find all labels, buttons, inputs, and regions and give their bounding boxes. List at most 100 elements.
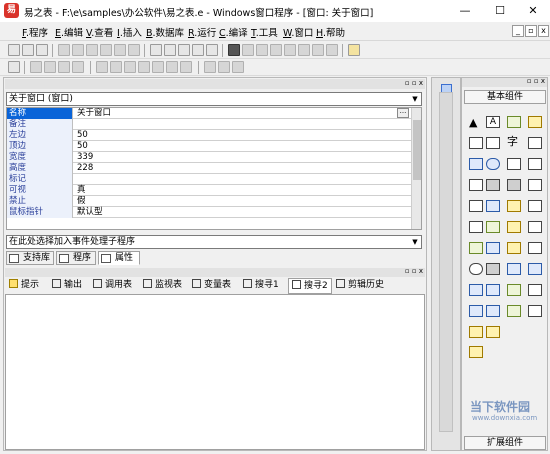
vscroll-icon[interactable]: [507, 179, 521, 191]
order-icon[interactable]: [232, 61, 244, 73]
picture-box-icon[interactable]: [507, 242, 521, 254]
menu-insert[interactable]: I.插入: [117, 25, 142, 39]
extended-components-button[interactable]: 扩展组件: [464, 436, 546, 450]
ole-icon[interactable]: [528, 284, 542, 296]
step-icon-d[interactable]: [298, 44, 310, 56]
property-row[interactable]: 左边 50: [7, 130, 411, 141]
property-row[interactable]: 可视真: [7, 185, 411, 196]
groupbox-icon[interactable]: [486, 137, 500, 149]
progress-icon[interactable]: [528, 179, 542, 191]
tab-variables[interactable]: 变量表: [192, 278, 231, 294]
odbc-icon[interactable]: [486, 326, 500, 338]
tab-hint[interactable]: 提示: [9, 278, 39, 294]
calendar-icon[interactable]: [528, 200, 542, 212]
text-icon[interactable]: 字: [507, 136, 521, 148]
close-button[interactable]: ✕: [516, 0, 550, 22]
odbc-db-icon[interactable]: [469, 346, 483, 358]
find-icon[interactable]: [128, 44, 140, 56]
tab-support-library[interactable]: 支持库: [6, 251, 54, 265]
select-list-icon[interactable]: [469, 179, 483, 191]
menu-edit[interactable]: E.编辑: [55, 25, 83, 39]
mdi-minimize-button[interactable]: _: [512, 25, 524, 37]
same-size-icon[interactable]: [152, 61, 164, 73]
tool-icon-c[interactable]: [192, 44, 204, 56]
property-scrollbar[interactable]: [411, 108, 421, 229]
network-icon[interactable]: [486, 242, 500, 254]
tabcontrol-icon[interactable]: [486, 200, 500, 212]
serial-port-icon[interactable]: [507, 284, 521, 296]
align-bottom-icon[interactable]: [110, 61, 122, 73]
shape-icon[interactable]: [528, 116, 542, 128]
run-icon[interactable]: [228, 44, 240, 56]
image-icon[interactable]: [507, 116, 521, 128]
checkbox-icon[interactable]: [469, 158, 483, 170]
slider-icon[interactable]: [469, 200, 483, 212]
dialog-icon[interactable]: [486, 263, 500, 275]
event-selector[interactable]: 在此处选择加入事件处理子程序 ▼: [6, 235, 422, 249]
minimize-button[interactable]: —: [448, 0, 482, 22]
provider-icon[interactable]: [486, 305, 500, 317]
step-icon-b[interactable]: [270, 44, 282, 56]
animation-icon[interactable]: [507, 200, 521, 212]
redo-icon[interactable]: [114, 44, 126, 56]
step-icon-e[interactable]: [312, 44, 324, 56]
menu-program[interactable]: F.程序: [22, 25, 48, 39]
align-right-icon[interactable]: [58, 61, 70, 73]
output-content[interactable]: [5, 294, 425, 450]
socket-icon[interactable]: [469, 284, 483, 296]
property-row[interactable]: 顶边 50: [7, 141, 411, 152]
basic-components-header[interactable]: 基本组件: [464, 90, 546, 104]
label-icon[interactable]: A: [486, 116, 500, 128]
preview-icon[interactable]: [150, 44, 162, 56]
hscroll-icon[interactable]: [486, 179, 500, 191]
property-row[interactable]: 宽度 339: [7, 152, 411, 163]
same-height-icon[interactable]: [138, 61, 150, 73]
align-top-icon[interactable]: [72, 61, 84, 73]
database-icon[interactable]: [469, 326, 483, 338]
tab-properties[interactable]: 属性: [98, 251, 140, 265]
combobox-icon[interactable]: [507, 158, 521, 170]
pointer-icon[interactable]: ▲: [469, 117, 483, 129]
tab-watch[interactable]: 监视表: [143, 278, 182, 294]
ellipsis-button[interactable]: ···: [397, 108, 409, 118]
server-icon[interactable]: [507, 263, 521, 275]
menu-window[interactable]: W.窗口: [283, 25, 313, 39]
client-icon[interactable]: [528, 263, 542, 275]
timer-icon[interactable]: [469, 263, 483, 275]
copy-icon[interactable]: [72, 44, 84, 56]
chart-icon[interactable]: [507, 305, 521, 317]
property-row[interactable]: 禁止假: [7, 196, 411, 207]
date-box-icon[interactable]: [469, 221, 483, 233]
grid-icon[interactable]: [8, 61, 20, 73]
property-row[interactable]: 标记: [7, 174, 411, 185]
tab-output[interactable]: 输出: [52, 278, 82, 294]
align-center-icon[interactable]: [44, 61, 56, 73]
property-row[interactable]: 鼠标指针 默认型: [7, 207, 411, 218]
menu-compile[interactable]: C.编译: [219, 25, 248, 39]
button-icon[interactable]: [528, 137, 542, 149]
step-icon-c[interactable]: [284, 44, 296, 56]
status-bar-icon[interactable]: [469, 242, 483, 254]
object-selector[interactable]: 关于窗口 (窗口) ▼: [6, 92, 422, 106]
v-space-icon[interactable]: [180, 61, 192, 73]
tab-clip-history[interactable]: 剪辑历史: [336, 278, 384, 294]
cut-icon[interactable]: [58, 44, 70, 56]
listbox-icon[interactable]: [528, 158, 542, 170]
center-v-icon[interactable]: [218, 61, 230, 73]
color-picker-icon[interactable]: [486, 221, 500, 233]
tab-program[interactable]: 程序: [56, 251, 96, 265]
align-left-icon[interactable]: [30, 61, 42, 73]
save-icon[interactable]: [36, 44, 48, 56]
undo-icon[interactable]: [100, 44, 112, 56]
mdi-restore-button[interactable]: ▫: [525, 25, 537, 37]
align-middle-icon[interactable]: [96, 61, 108, 73]
menu-help[interactable]: H.帮助: [316, 25, 345, 39]
printer-icon[interactable]: [528, 242, 542, 254]
open-file-icon[interactable]: [22, 44, 34, 56]
menu-tools[interactable]: T.工具: [251, 25, 278, 39]
binoculars-icon[interactable]: [348, 44, 360, 56]
same-width-icon[interactable]: [124, 61, 136, 73]
property-row[interactable]: 高度 228: [7, 163, 411, 174]
folder-icon[interactable]: [507, 221, 521, 233]
new-file-icon[interactable]: [8, 44, 20, 56]
